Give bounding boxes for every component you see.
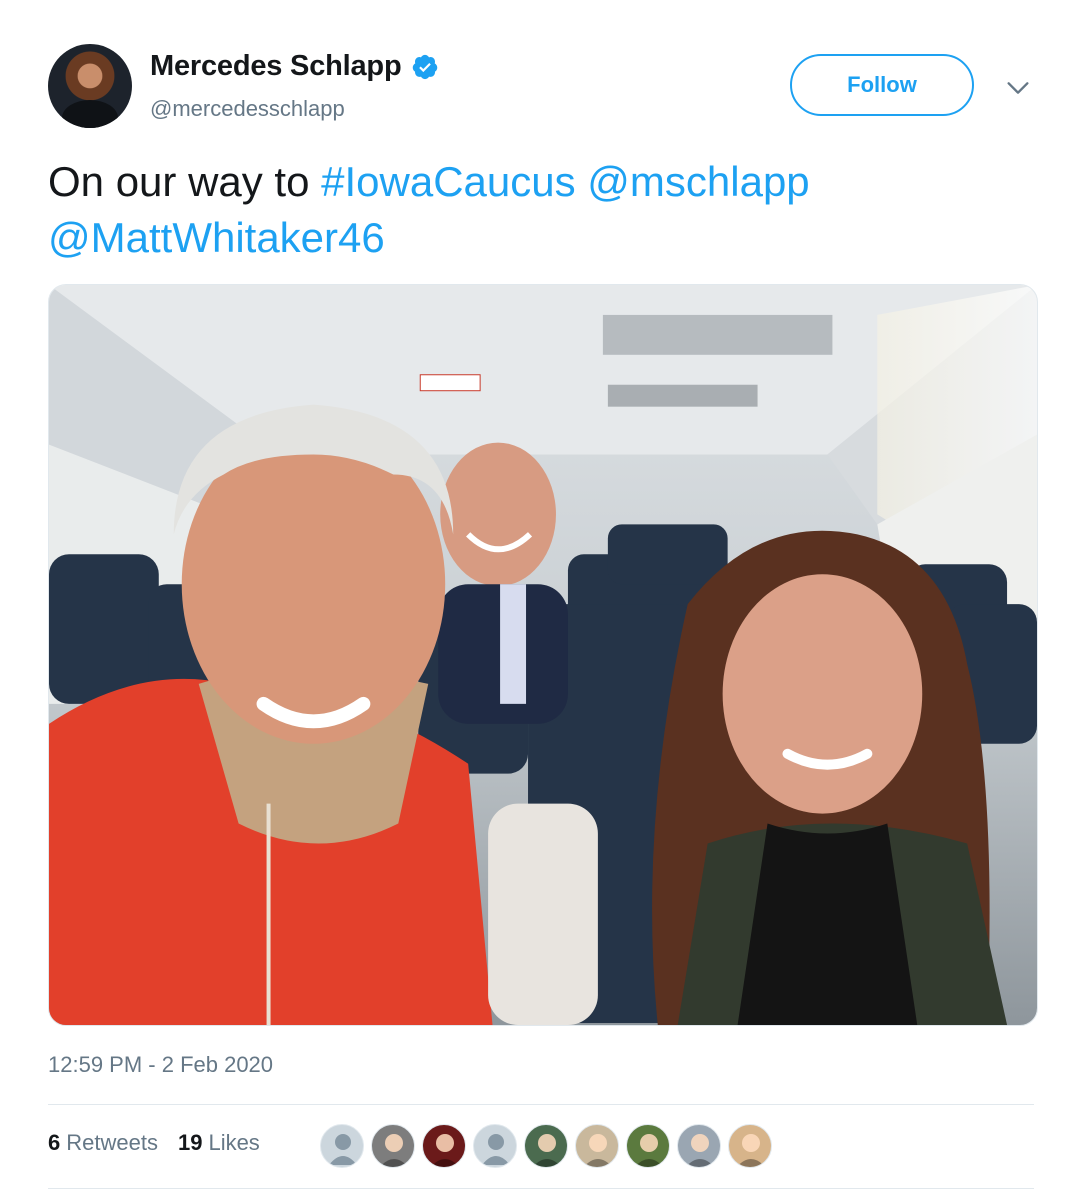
liker-avatar[interactable] — [626, 1124, 670, 1168]
chevron-down-icon[interactable] — [1004, 74, 1032, 102]
retweets-stat[interactable]: 6 Retweets — [48, 1130, 158, 1156]
tweet-media-photo[interactable] — [48, 284, 1038, 1026]
likes-stat[interactable]: 19 Likes — [178, 1130, 260, 1156]
liker-avatar[interactable] — [422, 1124, 466, 1168]
retweets-label: Retweets — [66, 1130, 158, 1155]
tweet-timestamp[interactable]: 12:59 PM - 2 Feb 2020 — [48, 1052, 273, 1078]
tweet-stats: 6 Retweets 19 Likes — [48, 1130, 280, 1156]
author-handle[interactable]: @mercedesschlapp — [150, 96, 345, 122]
divider — [48, 1188, 1034, 1189]
hashtag-link[interactable]: #IowaCaucus — [321, 158, 575, 205]
default-avatar-icon — [329, 1134, 357, 1165]
likes-count: 19 — [177, 1130, 203, 1155]
tweet-header: Mercedes Schlapp @mercedesschlapp Follow — [48, 44, 1038, 134]
liker-avatar[interactable] — [728, 1124, 772, 1168]
user-photo-icon — [736, 1134, 766, 1167]
liker-avatar[interactable] — [575, 1124, 619, 1168]
tweet-text-prefix: On our way to — [48, 158, 322, 205]
mention-link-mattwhitaker46[interactable]: @MattWhitaker46 — [48, 214, 385, 261]
user-photo-icon — [634, 1134, 664, 1167]
likes-label: Likes — [208, 1130, 260, 1155]
author-avatar[interactable] — [48, 44, 132, 128]
liker-avatar[interactable] — [473, 1124, 517, 1168]
tweet-text: On our way to #IowaCaucus @mschlapp @Mat… — [48, 154, 1038, 266]
liker-avatar[interactable] — [371, 1124, 415, 1168]
author-display-name[interactable]: Mercedes Schlapp — [150, 50, 402, 83]
liker-avatar[interactable] — [320, 1124, 364, 1168]
liker-avatar[interactable] — [524, 1124, 568, 1168]
verified-badge-icon — [413, 54, 438, 79]
user-photo-icon — [532, 1134, 562, 1167]
user-photo-icon — [685, 1134, 715, 1167]
airplane-selfie-illustration — [49, 285, 1037, 1025]
default-avatar-icon — [482, 1134, 510, 1165]
divider — [48, 1104, 1034, 1105]
follow-button[interactable]: Follow — [790, 54, 974, 116]
user-photo-icon — [430, 1134, 460, 1167]
mention-link-mschlapp[interactable]: @mschlapp — [587, 158, 809, 205]
user-photo-icon — [379, 1134, 409, 1167]
user-photo-icon — [583, 1134, 613, 1167]
liker-avatar[interactable] — [677, 1124, 721, 1168]
author-name-row: Mercedes Schlapp — [150, 50, 439, 83]
retweets-count: 6 — [48, 1130, 61, 1155]
liker-avatars — [320, 1124, 779, 1168]
